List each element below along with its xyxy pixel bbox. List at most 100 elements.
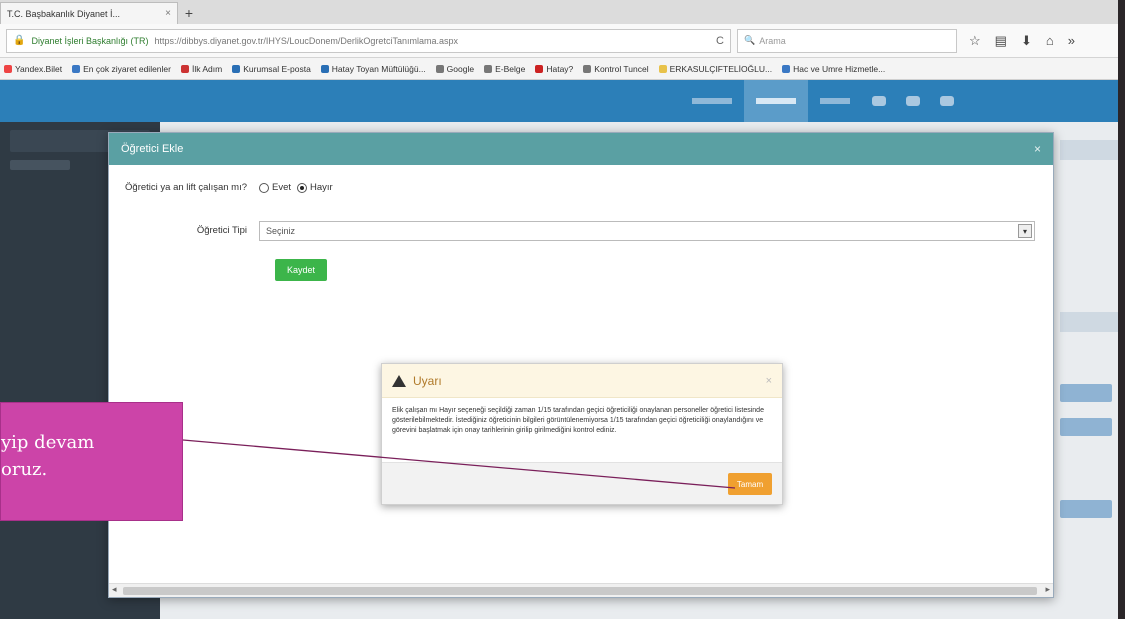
- overflow-icon[interactable]: »: [1068, 33, 1075, 49]
- ok-button[interactable]: Tamam: [728, 473, 772, 495]
- bookmark-favicon-icon: [181, 64, 189, 73]
- horizontal-scrollbar[interactable]: ◂ ▸: [109, 583, 1053, 597]
- screen: T.C. Başbakanlık Diyanet İ... × + 🔒 Diya…: [0, 0, 1118, 619]
- monitor-bezel: [1118, 0, 1125, 619]
- bookmark-favicon-icon: [435, 64, 444, 73]
- teacher-type-value: Seçiniz: [266, 226, 296, 236]
- dialog-title: Öğretici Ekle: [121, 143, 184, 155]
- content-button[interactable]: [1060, 384, 1112, 402]
- annotation-line-2: oruz.: [1, 459, 48, 480]
- app-header: [0, 80, 1118, 122]
- bookmark-favicon-icon: [484, 64, 493, 73]
- radio-yes[interactable]: Evet: [259, 182, 291, 193]
- warning-icon: [392, 374, 406, 387]
- bookmarks-bar: Yandex.Bilet En çok ziyaret edilenler İlk …: [0, 58, 1118, 80]
- bookmark-label: Hatay?: [546, 63, 574, 74]
- bookmark-item[interactable]: Google: [435, 63, 475, 74]
- bookmark-item[interactable]: Kurumsal E-posta: [232, 64, 311, 74]
- close-icon[interactable]: ×: [1034, 142, 1041, 156]
- works-question-row: Öğretici ya an lift çalışan mı? Evet Hay…: [109, 181, 339, 194]
- bookmark-item[interactable]: E-Belge: [484, 64, 525, 74]
- header-menu-item-active[interactable]: [744, 80, 808, 122]
- annotation-text: yip devam oruz.: [1, 429, 94, 483]
- search-input[interactable]: 🔍 Arama: [737, 28, 957, 53]
- home-icon[interactable]: ⌂: [1046, 33, 1054, 49]
- bookmark-favicon-icon: [782, 64, 791, 73]
- user-icon[interactable]: [940, 96, 954, 106]
- navigation-bar: 🔒 Diyanet İşleri Başkanlığı (TR) https:/…: [0, 24, 1118, 58]
- browser-tab-strip: T.C. Başbakanlık Diyanet İ... × +: [0, 0, 1118, 24]
- bookmark-label: İlk Adım: [192, 63, 223, 74]
- radio-no-circle: [297, 182, 308, 193]
- bookmark-item[interactable]: Hatay?: [535, 64, 573, 74]
- teacher-type-row: Öğretici Tipi Seçiniz ▾: [109, 221, 1035, 241]
- bookmark-item[interactable]: En çok ziyaret edilenler: [72, 64, 171, 74]
- content-button[interactable]: [1060, 418, 1112, 436]
- bookmark-item[interactable]: ERKASULÇIFTELİOĞLU...: [658, 63, 773, 74]
- url-text: https://dibbys.diyanet.gov.tr/IHYS/LoucD…: [154, 35, 458, 46]
- radio-no[interactable]: Hayır: [297, 182, 333, 193]
- reload-icon[interactable]: C: [716, 35, 724, 47]
- bookmark-label: Yandex.Bilet: [15, 63, 63, 74]
- warning-message: Elik çalışan mı Hayır seçeneği seçildiği…: [392, 407, 764, 434]
- bookmark-label: Kurumsal E-posta: [243, 63, 311, 74]
- close-icon[interactable]: ×: [766, 375, 772, 387]
- scrollbar-thumb[interactable]: [123, 587, 1037, 595]
- bookmark-label: Kontrol Tuncel: [594, 63, 649, 74]
- annotation-callout: yip devam oruz.: [0, 402, 183, 521]
- scroll-right-icon[interactable]: ▸: [1045, 584, 1050, 595]
- radio-no-label: Hayır: [310, 182, 333, 193]
- download-icon[interactable]: ⬇: [1021, 33, 1032, 49]
- bookmark-label: Hatay Toyan Müftülüğü...: [331, 63, 426, 74]
- bookmark-favicon-icon: [232, 64, 241, 73]
- app-logo: [20, 94, 680, 108]
- bookmark-item[interactable]: İlk Adım: [181, 64, 222, 74]
- bookmark-star-icon[interactable]: ☆: [969, 33, 981, 49]
- bookmark-favicon-icon: [72, 64, 81, 73]
- content-strip: [1060, 312, 1118, 332]
- scroll-left-icon[interactable]: ◂: [112, 584, 117, 595]
- teacher-type-select[interactable]: Seçiniz ▾: [259, 221, 1035, 241]
- header-menu-item[interactable]: [680, 80, 744, 122]
- bookmark-favicon-icon: [658, 64, 667, 73]
- header-menu-item[interactable]: [808, 80, 862, 122]
- chevron-down-icon: ▾: [1018, 224, 1032, 238]
- warning-dialog: Uyarı × Elik çalışan mı Hayır seçeneği s…: [381, 363, 783, 505]
- bookmark-label: Hac ve Umre Hizmetle...: [793, 63, 886, 74]
- save-button[interactable]: Kaydet: [275, 259, 327, 281]
- content-button[interactable]: [1060, 500, 1112, 518]
- bookmark-favicon-icon: [4, 64, 12, 73]
- search-icon: 🔍: [744, 35, 756, 45]
- bookmark-item[interactable]: Hatay Toyan Müftülüğü...: [320, 63, 426, 74]
- bookmark-favicon-icon: [583, 64, 592, 73]
- library-icon[interactable]: ▤: [995, 33, 1007, 49]
- bookmark-item[interactable]: Hac ve Umre Hizmetle...: [782, 64, 885, 74]
- bookmark-item[interactable]: Yandex.Bilet: [4, 64, 62, 74]
- bookmark-label: ERKASULÇIFTELİOĞLU...: [669, 63, 773, 74]
- bookmark-label: E-Belge: [495, 63, 526, 74]
- bookmark-label: Google: [446, 63, 475, 74]
- bookmark-label: En çok ziyaret edilenler: [83, 63, 171, 74]
- lock-icon: 🔒: [13, 35, 26, 46]
- tab-close-icon[interactable]: ×: [165, 8, 171, 19]
- site-identity: Diyanet İşleri Başkanlığı (TR): [31, 35, 149, 46]
- settings-icon[interactable]: [906, 96, 920, 106]
- warning-title: Uyarı: [413, 373, 442, 388]
- browser-tab[interactable]: T.C. Başbakanlık Diyanet İ... ×: [0, 2, 178, 24]
- dialog-header: Öğretici Ekle ×: [109, 133, 1053, 165]
- tab-title: T.C. Başbakanlık Diyanet İ...: [7, 8, 121, 19]
- bookmark-item[interactable]: Kontrol Tuncel: [583, 63, 649, 74]
- address-bar[interactable]: 🔒 Diyanet İşleri Başkanlığı (TR) https:/…: [6, 28, 731, 53]
- radio-yes-label: Evet: [272, 182, 292, 193]
- sidebar-item[interactable]: [10, 160, 70, 170]
- warning-footer: Tamam: [382, 462, 782, 504]
- users-icon[interactable]: [872, 96, 886, 106]
- bookmark-favicon-icon: [320, 64, 329, 73]
- bookmark-favicon-icon: [535, 64, 544, 73]
- annotation-line-1: yip devam: [1, 432, 95, 453]
- new-tab-button[interactable]: +: [178, 2, 200, 24]
- content-header-strip: [1060, 140, 1118, 160]
- search-placeholder: Arama: [759, 35, 786, 46]
- toolbar-icons: ☆ ▤ ⬇ ⌂ »: [969, 33, 1075, 49]
- radio-yes-circle: [259, 182, 269, 193]
